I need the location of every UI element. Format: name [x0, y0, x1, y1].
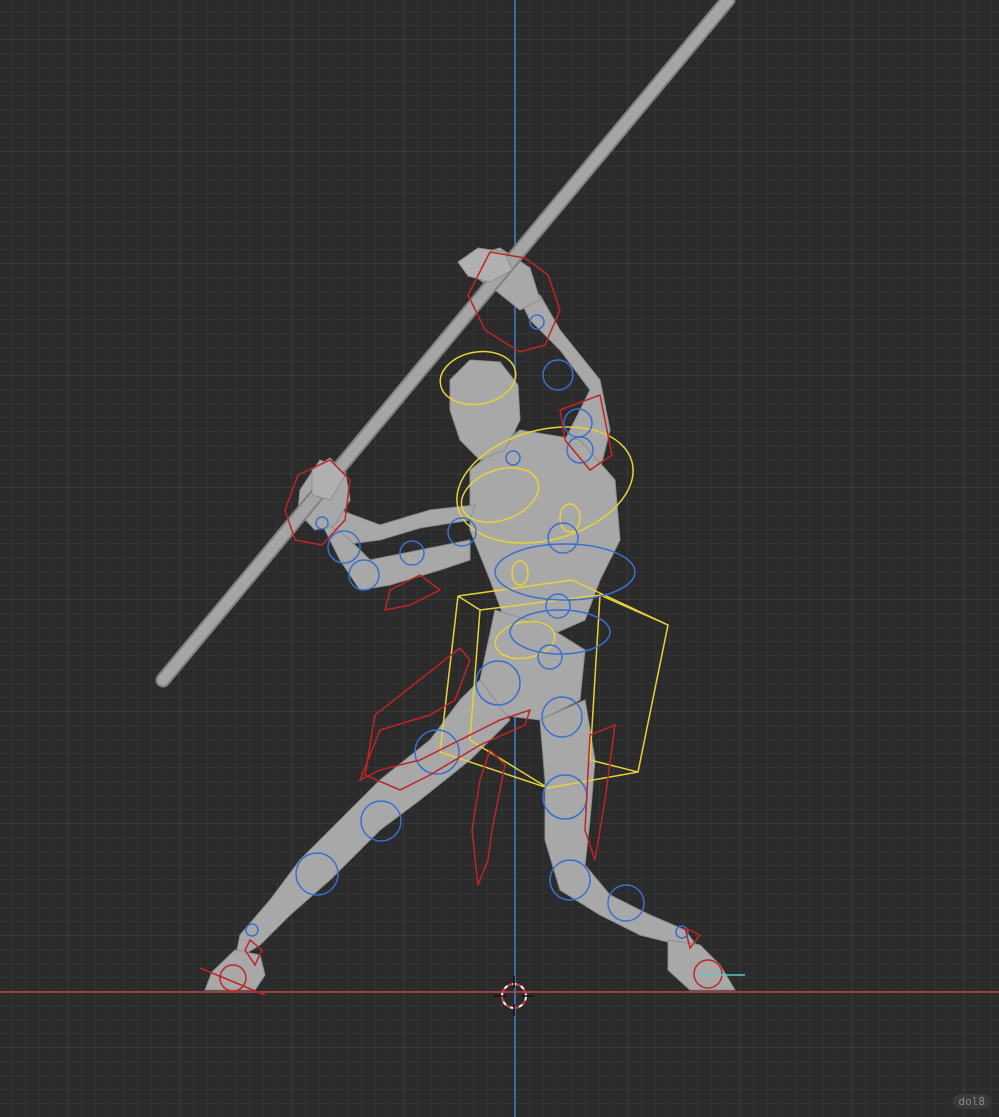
right-foot-mesh[interactable]	[667, 939, 736, 991]
3d-cursor-icon[interactable]	[494, 976, 534, 1016]
left-foot-mesh[interactable]	[204, 949, 266, 991]
left-leg-mesh[interactable]	[234, 679, 511, 962]
staff-prop[interactable]	[155, 0, 736, 688]
scene-canvas[interactable]	[0, 0, 999, 1117]
ik-controls[interactable]	[199, 251, 723, 996]
leg-r-ik-control[interactable]	[471, 748, 506, 886]
watermark: dol8	[952, 1094, 991, 1109]
3d-viewport[interactable]: dol8	[0, 0, 999, 1117]
upper-forearm-control[interactable]	[542, 359, 574, 391]
